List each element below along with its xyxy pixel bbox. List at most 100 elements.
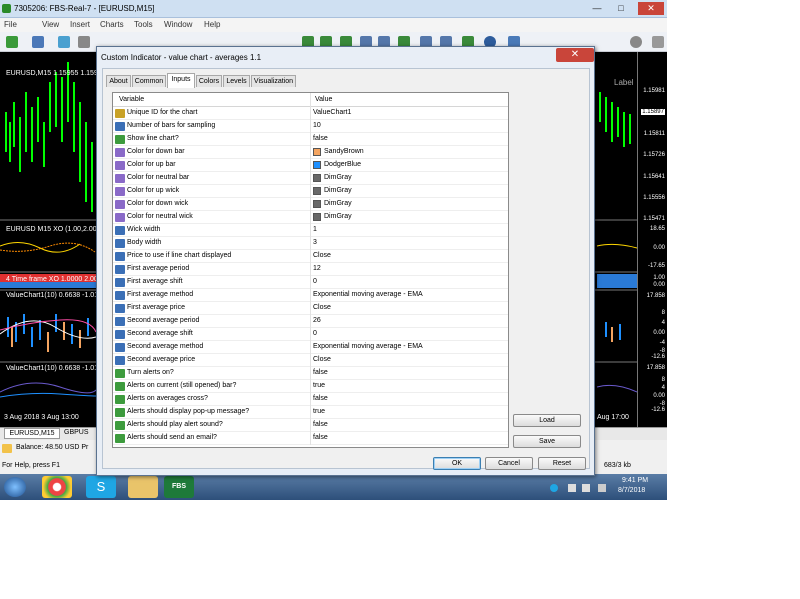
input-row[interactable]: Second average price Close: [113, 354, 508, 367]
input-row[interactable]: Alerts on averages cross? false: [113, 393, 508, 406]
color-swatch[interactable]: [313, 187, 321, 195]
input-value[interactable]: DimGray: [324, 187, 352, 194]
input-row[interactable]: Show line chart? false: [113, 133, 508, 146]
input-value[interactable]: 0: [313, 278, 317, 285]
input-row[interactable]: Second average shift 0: [113, 328, 508, 341]
input-row[interactable]: Number of bars for sampling 10: [113, 120, 508, 133]
cancel-button[interactable]: Cancel: [485, 457, 533, 470]
chat-icon[interactable]: [652, 36, 664, 48]
tab-common[interactable]: Common: [132, 75, 166, 87]
input-value[interactable]: false: [313, 421, 328, 428]
new-chart-icon[interactable]: [6, 36, 18, 48]
maximize-icon[interactable]: □: [612, 2, 630, 15]
input-row[interactable]: Alerts should display pop-up message? tru…: [113, 406, 508, 419]
input-value[interactable]: Close: [313, 304, 331, 311]
menu-tools[interactable]: Tools: [134, 20, 153, 29]
column-variable[interactable]: Variable: [119, 96, 144, 103]
input-value[interactable]: true: [313, 408, 325, 415]
input-value[interactable]: false: [313, 434, 328, 441]
clock-date[interactable]: 8/7/2018: [618, 487, 645, 494]
search-icon[interactable]: [630, 36, 642, 48]
menu-charts[interactable]: Charts: [100, 20, 124, 29]
input-row[interactable]: Body width 3: [113, 237, 508, 250]
profiles-icon[interactable]: [32, 36, 44, 48]
color-swatch[interactable]: [313, 161, 321, 169]
tab-visualization[interactable]: Visualization: [251, 75, 296, 87]
input-row[interactable]: First average price Close: [113, 302, 508, 315]
skype-icon[interactable]: S: [86, 476, 116, 498]
menu-window[interactable]: Window: [164, 20, 192, 29]
input-value[interactable]: DimGray: [324, 213, 352, 220]
data-window-icon[interactable]: [78, 36, 90, 48]
input-row[interactable]: Turn alerts on? false: [113, 367, 508, 380]
input-row[interactable]: Alerts should send an email? false: [113, 432, 508, 445]
input-value[interactable]: 12: [313, 265, 321, 272]
input-value[interactable]: false: [313, 395, 328, 402]
input-value[interactable]: Close: [313, 252, 331, 259]
chrome-icon[interactable]: [42, 476, 72, 498]
input-value[interactable]: DodgerBlue: [324, 161, 361, 168]
tab-inputs[interactable]: Inputs: [167, 73, 195, 88]
clock-time[interactable]: 9:41 PM: [622, 477, 648, 484]
input-value[interactable]: 1: [313, 226, 317, 233]
input-row[interactable]: First average period 12: [113, 263, 508, 276]
color-swatch[interactable]: [313, 174, 321, 182]
input-value[interactable]: 10: [313, 122, 321, 129]
menu-help[interactable]: Help: [204, 20, 220, 29]
input-value[interactable]: false: [313, 369, 328, 376]
color-swatch[interactable]: [313, 148, 321, 156]
fbs-icon[interactable]: FBS: [164, 476, 194, 498]
tab-gbpusd[interactable]: GBPUS: [64, 429, 89, 436]
load-button[interactable]: Load: [513, 414, 581, 427]
tab-levels[interactable]: Levels: [223, 75, 250, 87]
minimize-icon[interactable]: —: [588, 2, 606, 15]
save-button[interactable]: Save: [513, 435, 581, 448]
inputs-grid[interactable]: Variable Value Unique ID for the chart Va…: [112, 92, 509, 448]
close-icon[interactable]: ✕: [638, 2, 664, 15]
input-value[interactable]: 0: [313, 330, 317, 337]
reset-button[interactable]: Reset: [538, 457, 586, 470]
input-row[interactable]: Color for up bar DodgerBlue: [113, 159, 508, 172]
menu-view[interactable]: View: [42, 20, 59, 29]
tab-colors[interactable]: Colors: [196, 75, 222, 87]
input-row[interactable]: Price to use if line chart displayed Clos…: [113, 250, 508, 263]
volume-icon[interactable]: [582, 484, 590, 492]
input-value[interactable]: false: [313, 135, 328, 142]
explorer-icon[interactable]: [128, 476, 158, 498]
input-row[interactable]: Alerts on current (still opened) bar? tru…: [113, 380, 508, 393]
input-value[interactable]: 3: [313, 239, 317, 246]
input-value[interactable]: Exponential moving average - EMA: [313, 343, 423, 350]
input-row[interactable]: Unique ID for the chart ValueChart1: [113, 107, 508, 120]
input-value[interactable]: true: [313, 382, 325, 389]
ok-button[interactable]: OK: [433, 457, 481, 470]
input-row[interactable]: Color for neutral bar DimGray: [113, 172, 508, 185]
tab-about[interactable]: About: [106, 75, 131, 87]
input-row[interactable]: Color for up wick DimGray: [113, 185, 508, 198]
input-value[interactable]: SandyBrown: [324, 148, 364, 155]
input-row[interactable]: Color for down bar SandyBrown: [113, 146, 508, 159]
tab-eurusd-m15[interactable]: EURUSD,M15: [4, 428, 60, 439]
start-button[interactable]: [4, 477, 26, 497]
input-value[interactable]: ValueChart1: [313, 109, 351, 116]
dialog-close-icon[interactable]: ✕: [556, 48, 594, 62]
color-swatch[interactable]: [313, 213, 321, 221]
menu-insert[interactable]: Insert: [70, 20, 90, 29]
input-row[interactable]: Color for down wick DimGray: [113, 198, 508, 211]
input-value[interactable]: 26: [313, 317, 321, 324]
input-row[interactable]: Wick width 1: [113, 224, 508, 237]
input-value[interactable]: Exponential moving average - EMA: [313, 291, 423, 298]
input-value[interactable]: DimGray: [324, 200, 352, 207]
skype-tray-icon[interactable]: [550, 484, 558, 492]
menu-file[interactable]: File: [4, 20, 17, 29]
input-row[interactable]: Second average period 26: [113, 315, 508, 328]
flag-icon[interactable]: [598, 484, 606, 492]
input-row[interactable]: First average method Exponential moving a…: [113, 289, 508, 302]
color-swatch[interactable]: [313, 200, 321, 208]
input-row[interactable]: First average shift 0: [113, 276, 508, 289]
input-value[interactable]: Close: [313, 356, 331, 363]
column-value[interactable]: Value: [315, 96, 332, 103]
input-row[interactable]: Color for neutral wick DimGray: [113, 211, 508, 224]
network-icon[interactable]: [568, 484, 576, 492]
market-watch-icon[interactable]: [58, 36, 70, 48]
input-row[interactable]: Alerts should play alert sound? false: [113, 419, 508, 432]
